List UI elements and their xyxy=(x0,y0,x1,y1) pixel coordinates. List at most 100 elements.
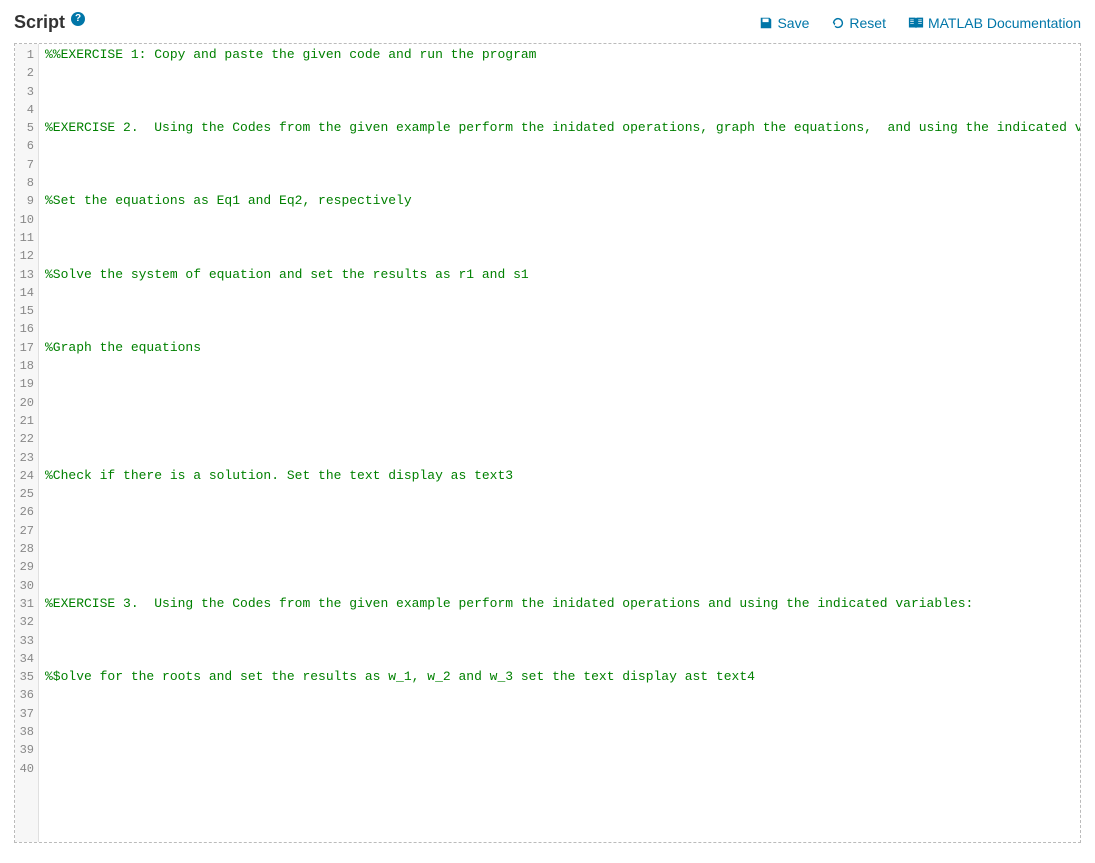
line-number: 21 xyxy=(17,412,34,430)
line-number: 17 xyxy=(17,339,34,357)
code-line[interactable] xyxy=(45,83,1074,101)
code-line[interactable] xyxy=(45,522,1074,540)
code-line[interactable] xyxy=(45,430,1074,448)
code-line[interactable] xyxy=(45,174,1074,192)
line-number: 7 xyxy=(17,156,34,174)
code-line[interactable] xyxy=(45,137,1074,155)
code-line[interactable] xyxy=(45,64,1074,82)
code-line[interactable] xyxy=(45,723,1074,741)
comment-text: %%EXERCISE 1: Copy and paste the given c… xyxy=(45,47,536,62)
code-editor[interactable]: 1234567891011121314151617181920212223242… xyxy=(14,43,1081,843)
code-line[interactable] xyxy=(45,705,1074,723)
code-line[interactable] xyxy=(45,632,1074,650)
code-line[interactable] xyxy=(45,320,1074,338)
code-line[interactable]: %Solve the system of equation and set th… xyxy=(45,266,1074,284)
comment-text: %EXERCISE 3. Using the Codes from the gi… xyxy=(45,596,973,611)
save-icon xyxy=(759,16,773,30)
code-line[interactable]: %%EXERCISE 1: Copy and paste the given c… xyxy=(45,46,1074,64)
line-number: 37 xyxy=(17,705,34,723)
code-line[interactable] xyxy=(45,302,1074,320)
comment-text: %Check if there is a solution. Set the t… xyxy=(45,468,513,483)
code-line[interactable] xyxy=(45,394,1074,412)
code-line[interactable]: %Graph the equations xyxy=(45,339,1074,357)
line-number: 13 xyxy=(17,266,34,284)
line-number: 25 xyxy=(17,485,34,503)
toolbar-left: Script ? xyxy=(14,12,85,33)
reset-icon xyxy=(831,16,845,30)
line-number: 6 xyxy=(17,137,34,155)
code-line[interactable]: %EXERCISE 2. Using the Codes from the gi… xyxy=(45,119,1074,137)
code-line[interactable] xyxy=(45,101,1074,119)
code-line[interactable] xyxy=(45,741,1074,759)
code-line[interactable] xyxy=(45,284,1074,302)
line-number-gutter: 1234567891011121314151617181920212223242… xyxy=(15,44,39,842)
line-number: 1 xyxy=(17,46,34,64)
line-number: 18 xyxy=(17,357,34,375)
page-title: Script xyxy=(14,12,65,33)
comment-text: %Set the equations as Eq1 and Eq2, respe… xyxy=(45,193,412,208)
line-number: 10 xyxy=(17,211,34,229)
line-number: 16 xyxy=(17,320,34,338)
line-number: 3 xyxy=(17,83,34,101)
code-line[interactable] xyxy=(45,211,1074,229)
line-number: 8 xyxy=(17,174,34,192)
code-line[interactable] xyxy=(45,412,1074,430)
line-number: 5 xyxy=(17,119,34,137)
code-line[interactable] xyxy=(45,375,1074,393)
line-number: 40 xyxy=(17,760,34,778)
line-number: 27 xyxy=(17,522,34,540)
line-number: 14 xyxy=(17,284,34,302)
code-line[interactable] xyxy=(45,577,1074,595)
code-line[interactable] xyxy=(45,760,1074,778)
comment-text: %EXERCISE 2. Using the Codes from the gi… xyxy=(45,120,1080,135)
code-line[interactable]: %Check if there is a solution. Set the t… xyxy=(45,467,1074,485)
reset-label: Reset xyxy=(849,15,886,31)
code-line[interactable] xyxy=(45,613,1074,631)
line-number: 32 xyxy=(17,613,34,631)
code-line[interactable] xyxy=(45,558,1074,576)
book-icon xyxy=(908,16,924,30)
line-number: 33 xyxy=(17,632,34,650)
line-number: 24 xyxy=(17,467,34,485)
code-line[interactable] xyxy=(45,650,1074,668)
help-icon[interactable]: ? xyxy=(71,12,85,26)
line-number: 20 xyxy=(17,394,34,412)
save-button[interactable]: Save xyxy=(759,15,809,31)
line-number: 31 xyxy=(17,595,34,613)
code-area[interactable]: %%EXERCISE 1: Copy and paste the given c… xyxy=(39,44,1080,842)
line-number: 2 xyxy=(17,64,34,82)
comment-text: %Solve the system of equation and set th… xyxy=(45,267,529,282)
code-line[interactable] xyxy=(45,229,1074,247)
docs-label: MATLAB Documentation xyxy=(928,15,1081,31)
line-number: 26 xyxy=(17,503,34,521)
toolbar-right: Save Reset MATLAB Documentation xyxy=(759,15,1081,31)
line-number: 11 xyxy=(17,229,34,247)
toolbar: Script ? Save Reset MATLAB Documentation xyxy=(14,8,1081,43)
comment-text: %Graph the equations xyxy=(45,340,201,355)
line-number: 28 xyxy=(17,540,34,558)
line-number: 36 xyxy=(17,686,34,704)
reset-button[interactable]: Reset xyxy=(831,15,886,31)
comment-text: %$olve for the roots and set the results… xyxy=(45,669,755,684)
line-number: 34 xyxy=(17,650,34,668)
code-line[interactable] xyxy=(45,540,1074,558)
line-number: 39 xyxy=(17,741,34,759)
code-line[interactable] xyxy=(45,357,1074,375)
save-label: Save xyxy=(777,15,809,31)
line-number: 35 xyxy=(17,668,34,686)
code-line[interactable] xyxy=(45,247,1074,265)
code-line[interactable] xyxy=(45,503,1074,521)
docs-button[interactable]: MATLAB Documentation xyxy=(908,15,1081,31)
code-line[interactable]: %EXERCISE 3. Using the Codes from the gi… xyxy=(45,595,1074,613)
code-line[interactable]: %Set the equations as Eq1 and Eq2, respe… xyxy=(45,192,1074,210)
code-line[interactable] xyxy=(45,156,1074,174)
line-number: 29 xyxy=(17,558,34,576)
code-line[interactable] xyxy=(45,449,1074,467)
line-number: 9 xyxy=(17,192,34,210)
line-number: 23 xyxy=(17,449,34,467)
code-line[interactable] xyxy=(45,485,1074,503)
line-number: 22 xyxy=(17,430,34,448)
line-number: 12 xyxy=(17,247,34,265)
code-line[interactable] xyxy=(45,686,1074,704)
code-line[interactable]: %$olve for the roots and set the results… xyxy=(45,668,1074,686)
